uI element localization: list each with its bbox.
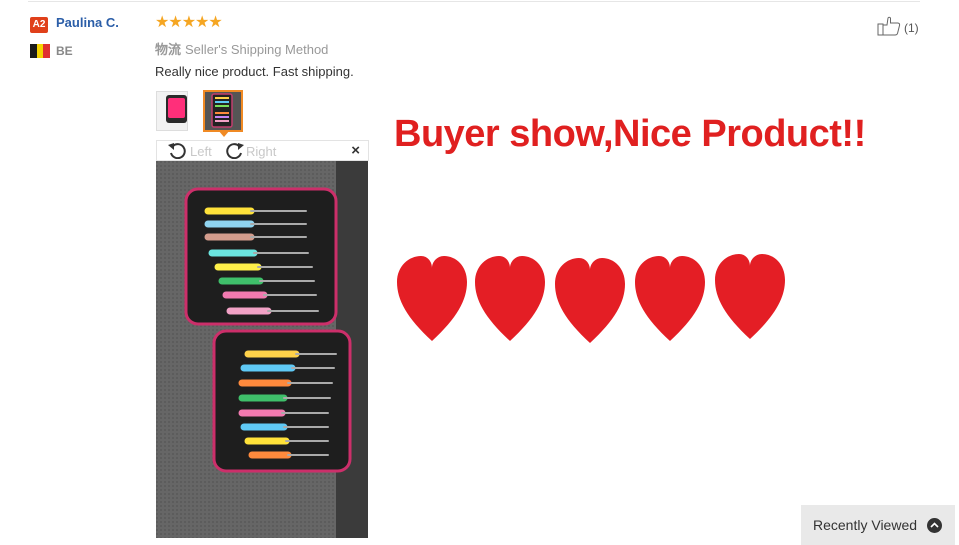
star-rating: ★★★★★ (155, 14, 223, 31)
belgium-flag-icon (30, 44, 51, 58)
level-badge: A2 (30, 17, 48, 33)
recently-viewed-label: Recently Viewed (813, 517, 918, 533)
shipping-method: 物流 Seller's Shipping Method (155, 39, 328, 58)
rotate-left-button[interactable]: Left (167, 141, 212, 161)
reviewer-name[interactable]: Paulina C. (56, 15, 119, 30)
heart-icon (635, 256, 705, 341)
hearts-decoration (395, 252, 795, 344)
promo-headline: Buyer show,Nice Product!! (394, 113, 866, 155)
heart-icon (475, 256, 545, 341)
thumbs-up-icon (877, 16, 901, 39)
heart-icon (715, 254, 785, 339)
divider (28, 1, 920, 2)
shipping-method-text: Seller's Shipping Method (185, 42, 329, 57)
thumbnail-pointer (218, 130, 230, 137)
rotate-left-label: Left (190, 143, 212, 159)
chevron-up-icon (927, 517, 943, 533)
review-photo-thumbnail-selected[interactable] (203, 90, 243, 132)
review-photo-thumbnail[interactable] (156, 91, 188, 131)
rotate-right-label: Right (246, 143, 277, 159)
recently-viewed-button[interactable]: Recently Viewed (801, 505, 955, 545)
helpful-count: (1) (904, 20, 919, 35)
close-icon[interactable]: × (351, 143, 360, 159)
country-code: BE (56, 44, 73, 58)
shipping-label: 物流 (155, 42, 182, 57)
photo-viewer-toolbar: Left Right × (156, 140, 369, 161)
review-photo (156, 161, 368, 538)
rotate-right-icon (223, 141, 245, 162)
rotate-left-icon (167, 141, 189, 162)
review-text: Really nice product. Fast shipping. (155, 64, 354, 79)
helpful-button[interactable]: (1) (877, 16, 919, 39)
heart-icon (397, 256, 467, 341)
rotate-right-button[interactable]: Right (223, 141, 276, 161)
heart-icon (555, 258, 625, 343)
